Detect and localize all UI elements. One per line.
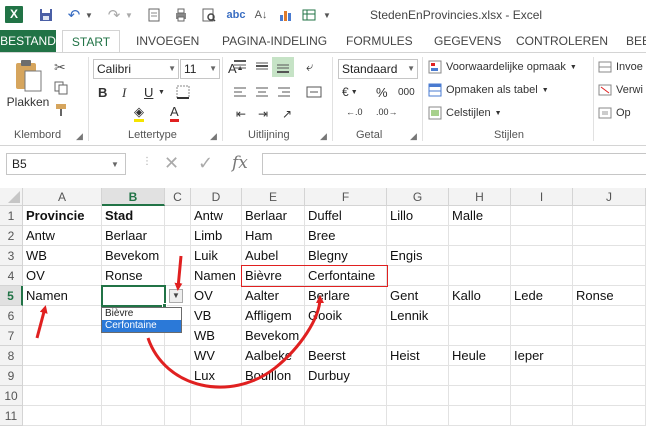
italic-button[interactable]: I [122,85,126,101]
comma-style-button[interactable]: 000 [398,87,415,98]
arrow-to-dropdown [174,255,183,291]
name-box[interactable]: B5 [6,153,126,175]
font-launcher-icon[interactable]: ◢ [210,131,217,142]
conditional-formatting-button[interactable]: Voorwaardelijke opmaak ▼ [428,60,577,74]
clipboard-launcher-icon[interactable]: ◢ [76,131,83,142]
cut-icon[interactable]: ✂ [54,59,66,76]
chevron-down-icon[interactable]: ▼ [111,160,119,169]
underline-dropdown-icon[interactable]: ▼ [158,89,165,96]
ribbon: Plakken ✂ Klembord ◢ Calibri▼ 11▼ A▲ B I… [0,52,646,146]
formula-bar: B5 ▼ ⋮ ✕ ✓ fx [0,146,646,184]
separator-dots-icon: ⋮ [142,156,152,167]
quick-print-icon[interactable] [172,0,190,30]
paste-button[interactable]: Plakken [6,59,50,119]
customize-qat-icon[interactable]: ▼ [322,0,332,30]
curved-arrow-to-list [146,295,324,389]
align-top-icon[interactable] [232,59,248,73]
spelling-icon[interactable]: abc [226,0,246,30]
tab-review[interactable]: CONTROLEREN [516,30,608,52]
align-center-icon[interactable] [254,85,270,99]
form-icon[interactable] [300,0,318,30]
increase-indent-icon[interactable]: ⇥ [258,107,268,121]
copy-icon[interactable] [54,81,68,95]
cell-styles-button[interactable]: Celstijlen ▼ [428,106,502,120]
tab-start[interactable]: START [62,30,120,53]
fill-color-icon[interactable]: ◈ [134,105,144,122]
orientation-icon[interactable]: ↗ [282,107,292,121]
paste-label: Plakken [6,95,50,109]
percent-button[interactable]: % [376,85,388,100]
chevron-down-icon: ▼ [209,64,217,73]
merge-center-icon[interactable] [306,85,322,99]
bold-button[interactable]: B [98,85,107,100]
alignment-launcher-icon[interactable]: ◢ [320,131,327,142]
format-cells-button[interactable]: Op [598,106,631,120]
confirm-entry-icon[interactable]: ✓ [198,153,213,174]
excel-window: X ↶ ▼ ↷ ▼ abc A↓ ▼ StedenEnProvincies.xl… [0,0,646,426]
tab-view[interactable]: BEE [626,30,646,52]
insert-cells-button[interactable]: Invoe [598,60,643,74]
window-title: StedenEnProvincies.xlsx - Excel [370,8,543,22]
underline-button[interactable]: U [144,85,153,100]
accounting-format-button[interactable]: € ▼ [342,85,358,99]
font-size-combo[interactable]: 11 ▼ [180,59,220,79]
cell-styles-icon [428,106,442,120]
borders-icon[interactable] [176,85,190,99]
align-middle-icon[interactable] [254,59,270,73]
decrease-indent-icon[interactable]: ⇤ [236,107,246,121]
formula-input[interactable] [262,153,646,175]
wrap-text-icon[interactable]: ⤶ [306,59,313,75]
paste-icon [16,60,42,92]
arrow-to-a5 [35,305,48,339]
redo-icon[interactable]: ↷ [104,0,124,30]
align-right-icon[interactable] [276,85,292,99]
ribbon-tabs: BESTAND START INVOEGEN PAGINA-INDELING F… [0,30,646,53]
tab-insert[interactable]: INVOEGEN [136,30,199,52]
print-preview-icon[interactable] [145,0,163,30]
format-as-table-button[interactable]: Opmaken als tabel ▼ [428,83,549,97]
number-launcher-icon[interactable]: ◢ [410,131,417,142]
number-group-label: Getal [356,129,383,141]
conditional-formatting-icon [428,60,442,74]
font-name-combo[interactable]: Calibri ▼ [93,59,179,79]
styles-group-label: Stijlen [494,129,524,141]
format-painter-icon[interactable] [54,103,68,117]
tab-data[interactable]: GEGEVENS [434,30,501,52]
insert-cells-icon [598,61,612,73]
excel-logo-icon: X [5,6,23,23]
format-cells-icon [598,107,612,119]
undo-dropdown-icon[interactable]: ▼ [84,0,94,30]
cancel-entry-icon[interactable]: ✕ [164,153,179,174]
tab-formulas[interactable]: FORMULES [346,30,413,52]
font-group-label: Lettertype [128,129,177,141]
increase-decimal-icon[interactable]: ←.0 [346,107,363,117]
sort-icon[interactable]: A↓ [252,0,270,30]
redo-dropdown-icon[interactable]: ▼ [124,0,134,30]
insert-function-icon[interactable]: fx [232,153,248,173]
decrease-decimal-icon[interactable]: .00→ [376,107,398,117]
tab-page-layout[interactable]: PAGINA-INDELING [222,30,327,52]
save-icon[interactable] [36,0,56,30]
zoom-preview-icon[interactable] [200,0,218,30]
delete-cells-button[interactable]: Verwi [598,83,643,97]
alignment-group-label: Uitlijning [248,129,290,141]
format-table-icon [428,83,442,97]
align-bottom-icon[interactable] [272,57,294,77]
font-color-icon[interactable]: A [170,105,179,122]
align-left-icon[interactable] [232,85,248,99]
clipboard-group-label: Klembord [14,129,62,141]
delete-cells-icon [598,84,612,96]
tab-file[interactable]: BESTAND [0,30,56,52]
worksheet-grid: ABCDEFGHIJ 1 2 3 4 5 6 7 8 9 10 11 Provincie Stad An… [0,188,646,426]
number-format-combo[interactable]: Standaard ▼ [338,59,418,79]
chart-icon[interactable] [276,0,294,30]
undo-icon[interactable]: ↶ [64,0,84,30]
annotation-arrows [35,255,324,389]
chevron-down-icon: ▼ [168,64,176,73]
chevron-down-icon: ▼ [407,64,415,73]
title-bar: X ↶ ▼ ↷ ▼ abc A↓ ▼ StedenEnProvincies.xl… [0,0,646,30]
